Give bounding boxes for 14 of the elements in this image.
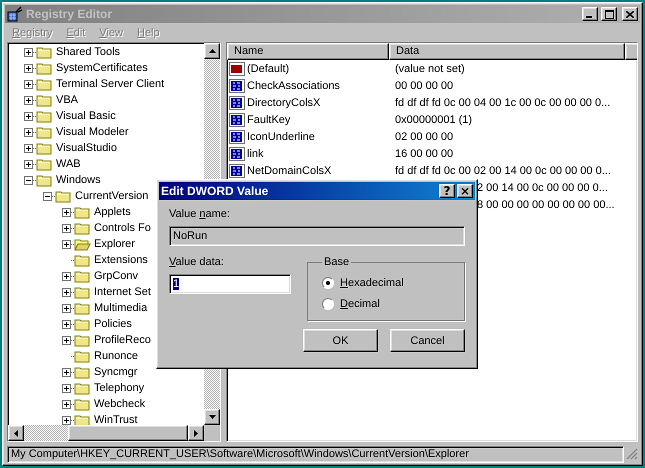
- dialog-title: Edit DWORD Value: [161, 184, 270, 198]
- value-data: 16 00 00 00: [395, 148, 454, 160]
- value-data: 0x00000001 (1): [395, 114, 472, 126]
- value-name-label: Value name:: [169, 208, 231, 220]
- status-bar-path: My Computer\HKEY_CURRENT_USER\Software\Microsoft\Windows\CurrentVersion\Explorer: [7, 446, 624, 462]
- base-group-label: Base: [323, 256, 350, 268]
- value-data: fd df df fd 0c 00 02 00 14 00 0c 00 00 00 0...: [395, 164, 611, 176]
- window-title: Registry Editor: [26, 7, 114, 21]
- value-data: 2 00 14 00 0c 00 00 00 0...: [477, 182, 608, 194]
- value-data: 00 00 00 00: [395, 80, 454, 92]
- value-data: fd df df fd 0c 00 04 00 1c 00 0c 00 00 00 0...: [395, 96, 610, 108]
- value-data-label: Value data:: [169, 256, 225, 268]
- value-data: (value not set): [395, 62, 465, 74]
- value-data: 02 00 00 00: [395, 130, 454, 142]
